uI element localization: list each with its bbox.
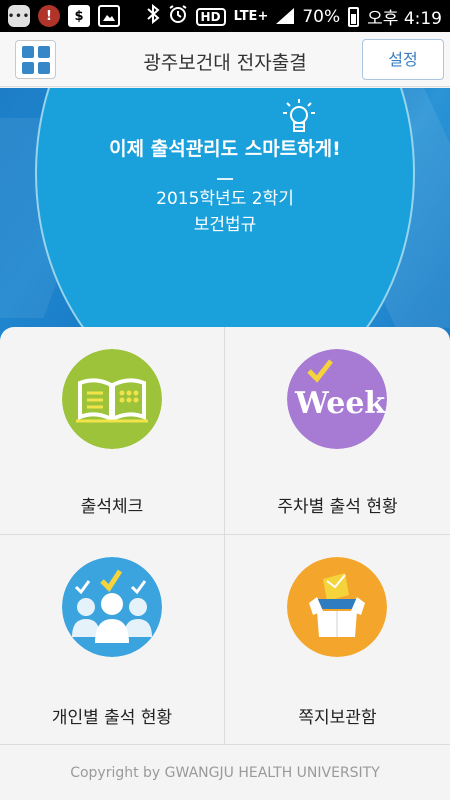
menu-item-attendance-check[interactable]: 출석체크: [0, 327, 225, 535]
course-banner: 이제 출석관리도 스마트하게! 2015학년도 2학기 보건법규: [0, 88, 450, 348]
menu-item-message-box[interactable]: 쪽지보관함: [225, 535, 450, 745]
system-icons: HD LTE+ 70% 오후 4:19: [146, 3, 442, 29]
menu-item-label: 쪽지보관함: [298, 708, 377, 728]
lightbulb-icon: [283, 99, 315, 132]
menu-item-personal-attendance[interactable]: 개인별 출석 현황: [0, 535, 225, 745]
app-header: 광주보건대 전자출결 설정: [0, 32, 450, 87]
week-icon: Week: [287, 349, 387, 449]
box-icon: [287, 557, 387, 657]
divider: [217, 178, 233, 180]
copyright-footer: Copyright by GWANGJU HEALTH UNIVERSITY: [70, 765, 380, 781]
network-type: LTE+: [233, 9, 269, 24]
chat-icon: •••: [8, 5, 30, 27]
menu-item-weekly-attendance[interactable]: Week 주차별 출석 현황: [225, 327, 450, 535]
book-icon: [62, 349, 162, 449]
svg-text:Week: Week: [294, 386, 386, 421]
menu-item-label: 개인별 출석 현황: [51, 708, 173, 728]
notification-icons: ••• ! $: [8, 5, 120, 27]
bluetooth-icon: [146, 3, 160, 29]
people-icon: [62, 557, 162, 657]
course-name: 보건법규: [193, 215, 257, 235]
money-icon: $: [68, 5, 90, 27]
battery-percent: 70%: [302, 6, 341, 27]
semester-label: 2015학년도 2학기: [156, 189, 294, 209]
menu-item-label: 출석체크: [80, 497, 144, 517]
record-icon: !: [38, 5, 60, 27]
menu-item-label: 주차별 출석 현황: [277, 497, 398, 517]
hd-voice-indicator: HD: [195, 7, 226, 26]
alarm-icon: [168, 4, 188, 29]
signal-icon: [276, 7, 295, 26]
clock: 오후 4:19: [367, 9, 442, 29]
gallery-icon: [98, 5, 120, 27]
settings-button[interactable]: 설정: [362, 39, 444, 80]
menu-grid: 출석체크 Week 주차별 출석 현황 개인별 출석 현황 쪽지보관함 Copy…: [0, 327, 450, 800]
battery-icon: [348, 6, 360, 27]
status-bar: ••• ! $ HD LTE+ 70% 오후 4:19: [0, 0, 450, 32]
banner-headline: 이제 출석관리도 스마트하게!: [109, 138, 341, 160]
